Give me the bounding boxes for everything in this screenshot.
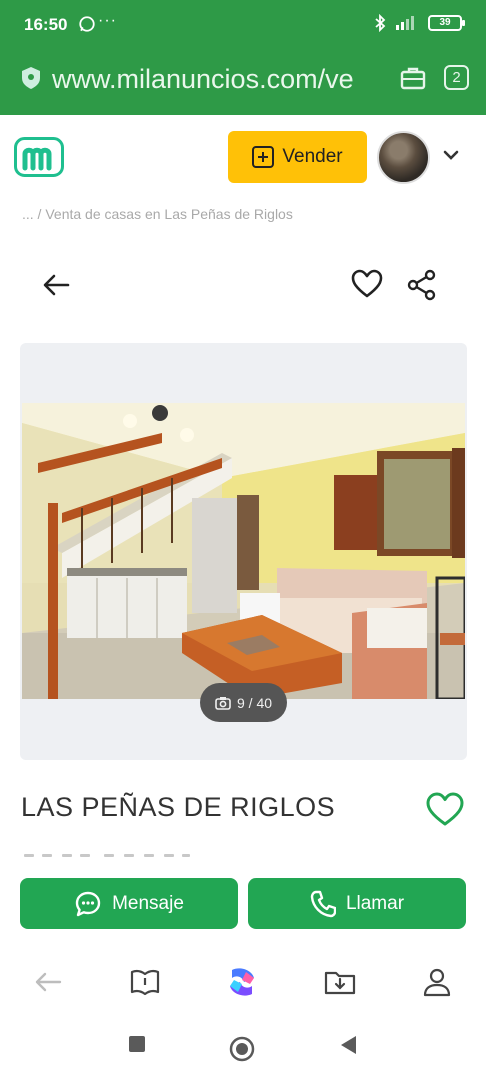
message-button-label: Mensaje bbox=[112, 892, 184, 914]
cropped-subtitle-text bbox=[24, 854, 190, 857]
photo-counter-text: 9 / 40 bbox=[236, 694, 273, 711]
status-icons: 39 bbox=[374, 14, 465, 32]
url-bar[interactable]: www.milanuncios.com/ve 2 bbox=[0, 52, 486, 106]
avatar[interactable] bbox=[377, 131, 430, 184]
camera-icon bbox=[215, 696, 231, 710]
favorite-heart-icon-large[interactable] bbox=[425, 791, 465, 829]
status-time: 16:50 bbox=[24, 15, 68, 34]
profile-icon[interactable] bbox=[419, 964, 455, 1000]
browser-assistant-icon[interactable] bbox=[224, 964, 260, 1000]
notification-dots: ··· bbox=[98, 12, 117, 29]
share-icon[interactable] bbox=[405, 268, 439, 302]
browser-back-icon[interactable] bbox=[30, 964, 66, 1000]
tab-switcher-button[interactable]: 2 bbox=[444, 65, 469, 90]
briefcase-icon[interactable] bbox=[400, 66, 426, 90]
recents-square-icon[interactable] bbox=[127, 1034, 147, 1054]
sell-button-label: Vender bbox=[282, 146, 343, 167]
milanuncios-logo[interactable] bbox=[14, 137, 64, 177]
url-text[interactable]: www.milanuncios.com/ve bbox=[52, 64, 392, 95]
battery-icon: 39 bbox=[428, 15, 465, 31]
breadcrumb[interactable]: ... / Venta de casas en Las Peñas de Rig… bbox=[22, 206, 293, 222]
listing-photo[interactable] bbox=[22, 403, 465, 699]
downloads-folder-icon[interactable] bbox=[322, 964, 358, 1000]
message-button[interactable]: Mensaje bbox=[20, 878, 238, 929]
chevron-down-icon[interactable] bbox=[441, 147, 461, 163]
chat-bubble-icon bbox=[75, 891, 101, 916]
back-arrow-icon[interactable] bbox=[40, 270, 72, 300]
favorite-heart-icon[interactable] bbox=[350, 268, 384, 300]
signal-icon bbox=[396, 16, 414, 30]
listing-title: LAS PEÑAS DE RIGLOS bbox=[21, 792, 336, 822]
status-bar: 16:50 ··· 39 bbox=[0, 0, 486, 48]
bookmarks-book-icon[interactable] bbox=[127, 964, 163, 1000]
plus-icon bbox=[252, 146, 275, 168]
bluetooth-icon bbox=[375, 14, 386, 32]
call-button-label: Llamar bbox=[345, 892, 405, 914]
whatsapp-icon bbox=[79, 16, 95, 32]
system-back-triangle-icon[interactable] bbox=[338, 1034, 358, 1056]
shield-icon[interactable] bbox=[20, 66, 42, 90]
sell-button[interactable]: Vender bbox=[228, 131, 367, 183]
phone-icon bbox=[310, 890, 336, 917]
call-button[interactable]: Llamar bbox=[248, 878, 466, 929]
home-circle-icon[interactable] bbox=[229, 1036, 255, 1062]
photo-counter: 9 / 40 bbox=[200, 683, 287, 722]
